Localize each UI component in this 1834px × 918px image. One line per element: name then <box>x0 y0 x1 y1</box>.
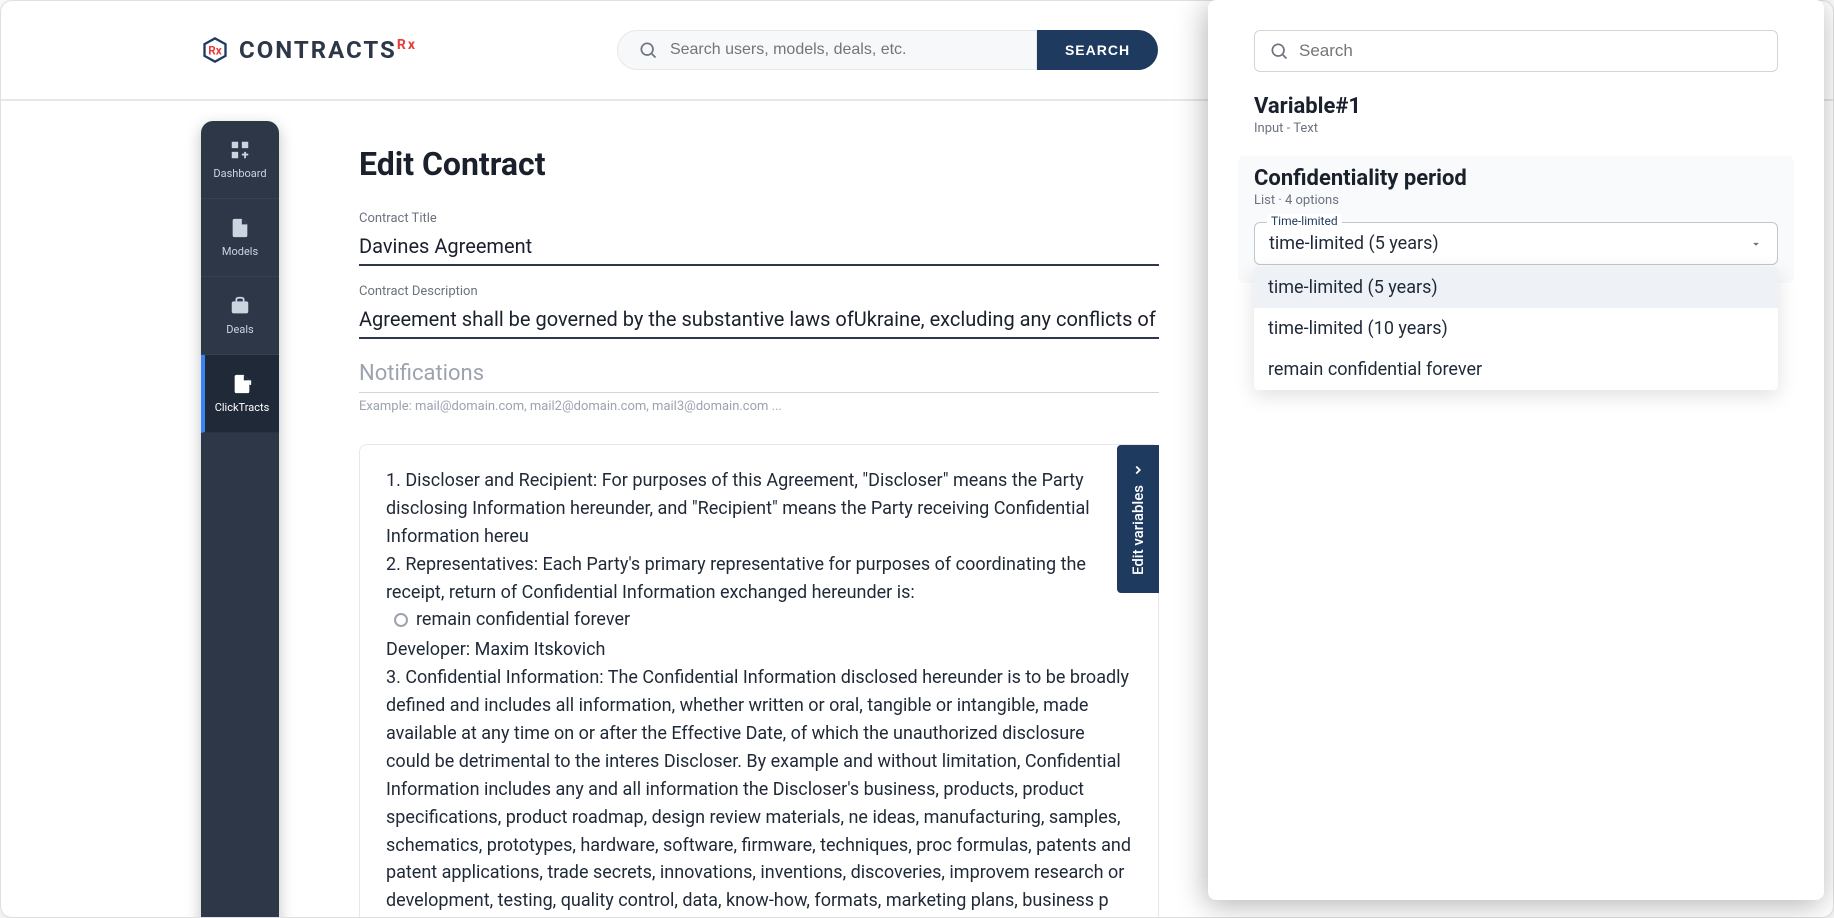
edit-variables-label: Edit variables <box>1129 485 1147 575</box>
inline-radio-option[interactable]: remain confidential forever <box>394 606 630 634</box>
radio-icon <box>394 613 408 627</box>
dropdown-option[interactable]: time-limited (5 years) <box>1254 267 1778 308</box>
sidebar-item-clicktracts[interactable]: ClickTracts <box>201 355 279 433</box>
chevron-right-icon <box>1131 463 1145 477</box>
brand-text: CONTRACTSRx <box>239 36 417 64</box>
contract-para-1: 1. Discloser and Recipient: For purposes… <box>386 467 1132 551</box>
sidebar-item-models[interactable]: Models <box>201 199 279 277</box>
developer-line: Developer: Maxim Itskovich <box>386 636 1132 664</box>
inline-option-text: remain confidential forever <box>416 606 630 634</box>
sidebar-item-deals[interactable]: Deals <box>201 277 279 355</box>
contract-description-field: Contract Description Agreement shall be … <box>359 284 1159 339</box>
search-icon <box>1269 41 1289 61</box>
confidentiality-title: Confidentiality period <box>1254 166 1778 191</box>
sidebar-label: ClickTracts <box>215 401 270 414</box>
logo-hexagon-icon: Rx <box>201 36 229 64</box>
sidebar-nav: Dashboard Models Deals <box>201 121 279 918</box>
contract-para-2: 2. Representatives: Each Party's primary… <box>386 551 1132 637</box>
confidentiality-subtitle: List · 4 options <box>1254 193 1778 208</box>
dropdown-options-list: time-limited (5 years) time-limited (10 … <box>1254 267 1778 390</box>
logo[interactable]: Rx CONTRACTSRx <box>201 36 417 64</box>
sidebar-label: Deals <box>226 323 253 336</box>
sidebar-item-dashboard[interactable]: Dashboard <box>201 121 279 199</box>
variable-1-subtitle: Input - Text <box>1254 121 1778 136</box>
sidebar-label: Models <box>222 245 258 258</box>
search-button[interactable]: SEARCH <box>1037 30 1158 70</box>
panel-search-field[interactable] <box>1254 30 1778 72</box>
page-title: Edit Contract <box>359 145 1159 183</box>
global-search: SEARCH <box>617 30 1158 70</box>
contract-description-label: Contract Description <box>359 284 1159 299</box>
contract-body-panel: Edit variables 1. Discloser and Recipien… <box>359 444 1159 918</box>
svg-text:Rx: Rx <box>208 44 221 58</box>
search-icon <box>638 40 658 60</box>
contract-description-input[interactable]: Agreement shall be governed by the subst… <box>359 303 1159 339</box>
time-limited-dropdown[interactable]: Time-limited time-limited (5 years) <box>1254 222 1778 265</box>
dashboard-icon <box>229 139 251 161</box>
contract-title-label: Contract Title <box>359 211 1159 226</box>
content-column: Edit Contract Contract Title Davines Agr… <box>279 121 1199 918</box>
chevron-down-icon <box>1749 237 1763 251</box>
notifications-input[interactable]: Notifications <box>359 357 1159 393</box>
contract-para-3: 3. Confidential Information: The Confide… <box>386 664 1132 918</box>
search-field-wrap <box>617 30 1037 70</box>
variable-1-title: Variable#1 <box>1254 94 1778 119</box>
confidentiality-section: Confidentiality period List · 4 options … <box>1238 156 1794 283</box>
app-window: Rx CONTRACTSRx SEARCH <box>0 0 1834 918</box>
search-input[interactable] <box>670 41 1016 59</box>
clicktracts-icon <box>231 373 253 395</box>
dropdown-option[interactable]: remain confidential forever <box>1254 349 1778 390</box>
para2-prefix: 2. Representatives: Each Party's primary… <box>386 554 1086 603</box>
variables-panel: Variable#1 Input - Text Confidentiality … <box>1208 0 1824 900</box>
notifications-field: Notifications Example: mail@domain.com, … <box>359 357 1159 414</box>
notifications-helper: Example: mail@domain.com, mail2@domain.c… <box>359 399 1159 414</box>
dropdown-legend: Time-limited <box>1267 214 1342 228</box>
dropdown-selected-value: time-limited (5 years) <box>1269 233 1439 254</box>
panel-search-input[interactable] <box>1299 41 1763 61</box>
contract-title-input[interactable]: Davines Agreement <box>359 230 1159 266</box>
contract-title-field: Contract Title Davines Agreement <box>359 211 1159 266</box>
contract-text: 1. Discloser and Recipient: For purposes… <box>386 467 1132 918</box>
dropdown-option[interactable]: time-limited (10 years) <box>1254 308 1778 349</box>
edit-variables-tab[interactable]: Edit variables <box>1117 445 1159 593</box>
models-icon <box>229 217 251 239</box>
time-limited-dropdown-wrap: Time-limited time-limited (5 years) time… <box>1254 222 1778 265</box>
brand-suffix: Rx <box>397 37 417 53</box>
deals-icon <box>229 295 251 317</box>
sidebar-label: Dashboard <box>213 167 266 180</box>
